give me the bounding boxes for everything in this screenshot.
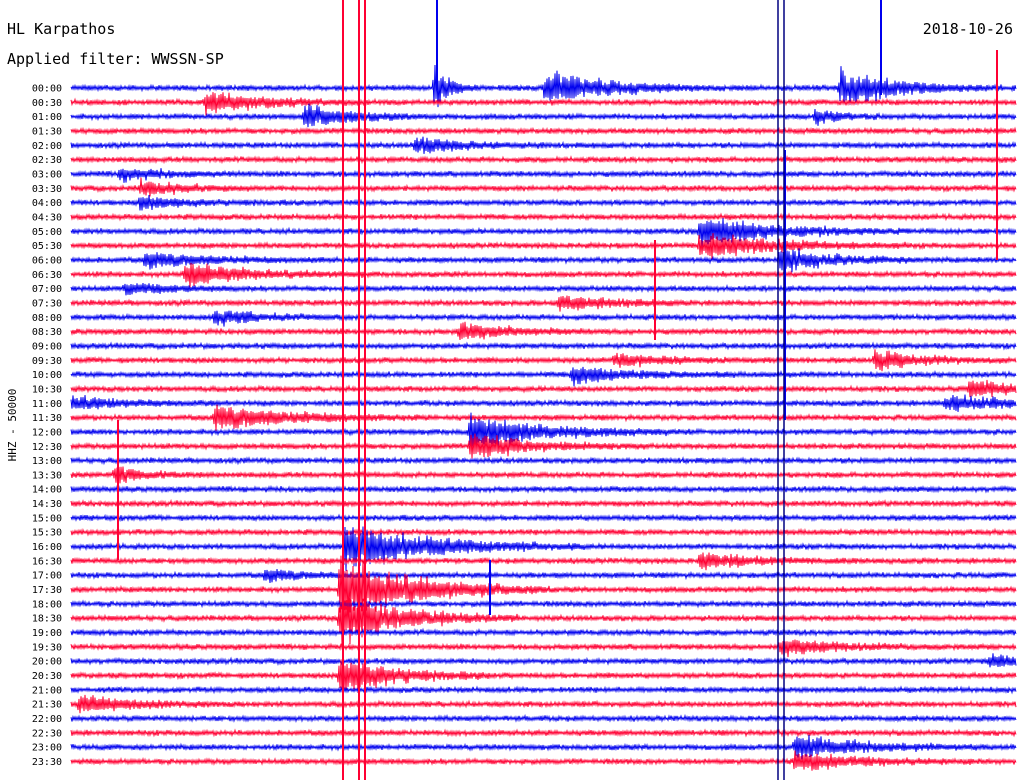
trace-line [70, 282, 1017, 296]
time-label: 16:30 [32, 556, 62, 567]
trace-line [70, 552, 1017, 571]
time-label: 21:00 [32, 685, 62, 696]
trace-line [70, 321, 1017, 341]
trace-line [70, 455, 1017, 466]
time-label: 07:30 [32, 298, 62, 309]
time-label: 18:00 [32, 599, 62, 610]
trace-line [70, 484, 1017, 494]
trace-line [70, 248, 1017, 273]
time-label: 21:30 [32, 700, 62, 711]
time-label: 01:30 [32, 126, 62, 137]
trace-line [70, 366, 1017, 387]
time-label: 04:30 [32, 212, 62, 223]
time-label: 20:30 [32, 671, 62, 682]
time-label: 15:30 [32, 528, 62, 539]
trace-line [70, 734, 1017, 760]
trace-line [70, 569, 1017, 584]
time-label: 17:30 [32, 585, 62, 596]
time-label: 13:00 [32, 456, 62, 467]
time-label: 19:30 [32, 642, 62, 653]
time-label: 00:00 [32, 84, 62, 95]
trace-line [70, 394, 1017, 412]
time-label: 10:00 [32, 370, 62, 381]
trace-line [70, 685, 1017, 695]
trace-line [70, 136, 1017, 154]
trace-line [70, 659, 1017, 694]
time-label: 09:30 [32, 356, 62, 367]
trace-line [70, 233, 1017, 260]
time-label: 08:00 [32, 313, 62, 324]
time-label: 01:00 [32, 112, 62, 123]
time-labels: 00:00 00:30 01:00 01:30 02:00 02:30 03:00 03:30… [32, 84, 62, 769]
time-label: 03:30 [32, 184, 62, 195]
time-label: 14:00 [32, 485, 62, 496]
time-label: 15:00 [32, 513, 62, 524]
time-label: 22:00 [32, 714, 62, 725]
time-label: 20:00 [32, 657, 62, 668]
trace-line [70, 653, 1017, 668]
trace-line [70, 513, 1017, 523]
time-label: 06:00 [32, 255, 62, 266]
time-label: 02:30 [32, 155, 62, 166]
time-label: 03:00 [32, 169, 62, 180]
time-label: 16:00 [32, 542, 62, 553]
trace-line [70, 349, 1017, 372]
date-label: 2018-10-26 [922, 20, 1013, 38]
trace-line [70, 310, 1017, 327]
time-label: 05:00 [32, 227, 62, 238]
time-label: 00:30 [32, 98, 62, 109]
time-label: 14:30 [32, 499, 62, 510]
trace-line [70, 750, 1017, 771]
time-label: 23:30 [32, 757, 62, 768]
trace-line [70, 341, 1017, 351]
time-label: 22:30 [32, 728, 62, 739]
trace-line [70, 379, 1017, 398]
time-label: 11:00 [32, 399, 62, 410]
trace-line [70, 126, 1017, 136]
time-label: 13:30 [32, 470, 62, 481]
time-label: 18:30 [32, 614, 62, 625]
time-label: 10:30 [32, 384, 62, 395]
trace-line [70, 466, 1017, 484]
time-label: 07:00 [32, 284, 62, 295]
trace-line [70, 433, 1017, 459]
filter-label: Applied filter: WWSSN-SP [7, 50, 224, 68]
trace-line [70, 694, 1017, 714]
time-label: 09:00 [32, 341, 62, 352]
time-label: 12:00 [32, 427, 62, 438]
time-label: 23:00 [32, 743, 62, 754]
trace-line [70, 639, 1017, 658]
trace-line [70, 498, 1017, 509]
trace-line [70, 713, 1017, 724]
trace-line [70, 194, 1017, 211]
trace-line [70, 212, 1017, 222]
station-title: HL Karpathos [7, 20, 116, 38]
time-label: 11:30 [32, 413, 62, 424]
time-label: 06:30 [32, 270, 62, 281]
trace-line [70, 218, 1017, 247]
time-label: 17:00 [32, 571, 62, 582]
time-label: 02:00 [32, 141, 62, 152]
trace-line [70, 155, 1017, 165]
trace-line [70, 295, 1017, 312]
trace-line [70, 599, 1017, 609]
trace-line [70, 728, 1017, 738]
time-label: 12:30 [32, 442, 62, 453]
helicorder-plot: 00:00 00:30 01:00 01:30 02:00 02:30 03:00 03:30… [6, 0, 1017, 780]
time-label: 05:30 [32, 241, 62, 252]
trace-line [70, 404, 1017, 431]
time-label: 19:00 [32, 628, 62, 639]
time-label: 08:30 [32, 327, 62, 338]
time-label: 04:00 [32, 198, 62, 209]
trace-line [70, 177, 1017, 197]
trace-line [70, 262, 1017, 288]
trace-group [70, 64, 1017, 771]
trace-line [70, 627, 1017, 638]
trace-line [70, 527, 1017, 537]
trace-line [70, 103, 1017, 128]
trace-line [70, 555, 1017, 623]
trace-line [70, 168, 1017, 183]
y-axis-label: HHZ - 50000 [6, 389, 19, 462]
